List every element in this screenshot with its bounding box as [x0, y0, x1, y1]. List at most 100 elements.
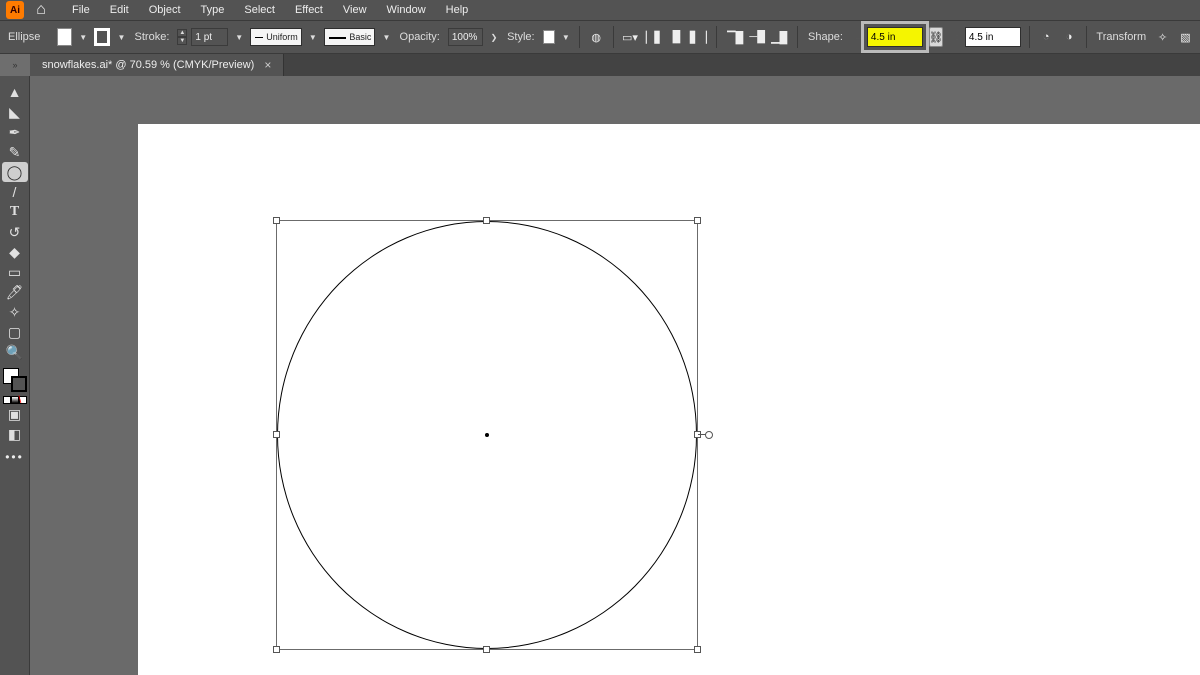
menu-help[interactable]: Help	[438, 1, 477, 19]
resize-handle-middle-left[interactable]	[273, 431, 280, 438]
menu-type[interactable]: Type	[193, 1, 233, 19]
menu-view[interactable]: View	[335, 1, 375, 19]
app-icon: Ai	[6, 1, 24, 19]
opacity-label: Opacity:	[398, 31, 442, 43]
edit-toolbar-icon[interactable]: •••	[5, 444, 24, 470]
stroke-weight-field[interactable]: 1 pt	[191, 28, 228, 46]
shape-builder-tool[interactable]: ◆	[2, 242, 28, 262]
opacity-field[interactable]: 100%	[448, 28, 483, 46]
direct-selection-tool[interactable]: ◣	[2, 102, 28, 122]
resize-handle-bottom-right[interactable]	[694, 646, 701, 653]
stroke-color-icon[interactable]	[11, 376, 27, 392]
recolor-artwork-icon[interactable]: ◍	[588, 27, 605, 47]
opacity-dropdown[interactable]: ❯	[489, 28, 499, 46]
color-mode-row[interactable]: \	[3, 396, 27, 404]
graphic-style-swatch[interactable]	[543, 30, 555, 44]
align-hcenter-icon[interactable]: ▐▌	[666, 27, 686, 47]
height-icon: ↕	[949, 27, 965, 47]
separator	[1086, 26, 1087, 48]
menu-select[interactable]: Select	[236, 1, 283, 19]
separator	[716, 26, 717, 48]
variable-width-profile[interactable]: Uniform	[250, 28, 301, 46]
document-tab-title: snowflakes.ai* @ 70.59 % (CMYK/Preview)	[42, 59, 254, 71]
center-point-icon	[485, 433, 489, 437]
pie-end-icon[interactable]: ◑	[1061, 27, 1078, 47]
resize-handle-bottom-center[interactable]	[483, 646, 490, 653]
active-tool-label: Ellipse	[6, 31, 51, 43]
tools-panel: ▲ ◣ ✒ ✎ ◯ / T ↺ ◆ ▭ 🖊 ✧ ▢ 🔍 \ ▣ ◧ •••	[0, 76, 30, 675]
horizontal-align-group: ▏▋ ▐▌ ▋▕	[644, 27, 708, 47]
shape-label: Shape:	[806, 31, 845, 43]
align-right-icon[interactable]: ▋▕	[688, 27, 708, 47]
resize-handle-bottom-left[interactable]	[273, 646, 280, 653]
brush-dropdown[interactable]: ▼	[381, 28, 391, 46]
constrain-proportions-icon[interactable]: ⛓	[929, 27, 943, 47]
menu-window[interactable]: Window	[379, 1, 434, 19]
main-menu-bar: Ai ⌂ File Edit Object Type Select Effect…	[0, 0, 1200, 20]
rotate-tool[interactable]: ↺	[2, 222, 28, 242]
menu-edit[interactable]: Edit	[102, 1, 137, 19]
pen-tool[interactable]: ✒	[2, 122, 28, 142]
align-left-icon[interactable]: ▏▋	[644, 27, 664, 47]
ellipse-tool[interactable]: ◯	[2, 162, 28, 182]
fill-stroke-control[interactable]	[3, 368, 27, 392]
style-dropdown[interactable]: ▼	[561, 28, 571, 46]
type-tool[interactable]: T	[2, 202, 28, 222]
shape-width-field[interactable]: 4.5 in	[867, 27, 923, 47]
paintbrush-tool[interactable]: /	[2, 182, 28, 202]
isolate-icon[interactable]: ✧	[1154, 27, 1171, 47]
resize-handle-top-right[interactable]	[694, 217, 701, 224]
height-field-group: ↕ 4.5 in	[949, 27, 1021, 47]
symbol-sprayer-tool[interactable]: ✧	[2, 302, 28, 322]
pie-start-icon[interactable]: ◔	[1038, 27, 1055, 47]
separator	[579, 26, 580, 48]
document-tab-strip: » snowflakes.ai* @ 70.59 % (CMYK/Preview…	[0, 54, 1200, 76]
artboard-tool[interactable]: ▢	[2, 322, 28, 342]
fill-dropdown[interactable]: ▼	[78, 28, 88, 46]
align-vcenter-icon[interactable]: ─█	[747, 27, 767, 47]
stroke-weight-spinner[interactable]: ▲▼	[177, 29, 187, 45]
align-bottom-icon[interactable]: ▁█	[769, 27, 789, 47]
separator	[1029, 26, 1030, 48]
pie-widget-icon[interactable]	[705, 431, 713, 439]
draw-mode-icon[interactable]: ◧	[2, 424, 28, 444]
home-icon[interactable]: ⌂	[32, 1, 50, 19]
vertical-align-group: ▔█ ─█ ▁█	[725, 27, 789, 47]
separator	[797, 26, 798, 48]
curvature-tool[interactable]: ✎	[2, 142, 28, 162]
profile-dropdown[interactable]: ▼	[308, 28, 318, 46]
zoom-tool[interactable]: 🔍	[2, 342, 28, 362]
close-tab-icon[interactable]: ×	[264, 58, 271, 72]
fill-swatch[interactable]	[57, 28, 73, 46]
brush-definition[interactable]: Basic	[324, 28, 375, 46]
arrange-documents-icon[interactable]: »	[0, 54, 30, 76]
width-field-group: ↔ 4.5 in	[851, 27, 923, 47]
document-tab[interactable]: snowflakes.ai* @ 70.59 % (CMYK/Preview) …	[30, 54, 284, 76]
menu-object[interactable]: Object	[141, 1, 189, 19]
menu-file[interactable]: File	[64, 1, 98, 19]
artboard[interactable]	[138, 124, 1200, 675]
selection-bounding-box[interactable]	[276, 220, 698, 650]
menu-effect[interactable]: Effect	[287, 1, 331, 19]
width-icon: ↔	[851, 27, 867, 47]
extra-icon[interactable]: ▧	[1177, 27, 1194, 47]
separator	[613, 26, 614, 48]
stroke-dropdown[interactable]: ▼	[116, 28, 126, 46]
stroke-label: Stroke:	[133, 31, 172, 43]
align-top-icon[interactable]: ▔█	[725, 27, 745, 47]
align-to-dropdown[interactable]: ▭▾	[621, 27, 638, 47]
style-label: Style:	[505, 31, 537, 43]
transform-panel-link[interactable]: Transform	[1094, 31, 1148, 43]
stroke-weight-dropdown[interactable]: ▼	[234, 28, 244, 46]
eyedropper-tool[interactable]: 🖊	[2, 282, 28, 302]
resize-handle-top-left[interactable]	[273, 217, 280, 224]
gradient-tool[interactable]: ▭	[2, 262, 28, 282]
work-area: ▲ ◣ ✒ ✎ ◯ / T ↺ ◆ ▭ 🖊 ✧ ▢ 🔍 \ ▣ ◧ •••	[0, 76, 1200, 675]
shape-height-field[interactable]: 4.5 in	[965, 27, 1021, 47]
canvas[interactable]	[30, 76, 1200, 675]
stroke-swatch[interactable]	[94, 28, 110, 46]
control-bar: Ellipse ▼ ▼ Stroke: ▲▼ 1 pt ▼ Uniform ▼ …	[0, 20, 1200, 54]
resize-handle-top-center[interactable]	[483, 217, 490, 224]
screen-mode-icon[interactable]: ▣	[2, 404, 28, 424]
selection-tool[interactable]: ▲	[2, 82, 28, 102]
